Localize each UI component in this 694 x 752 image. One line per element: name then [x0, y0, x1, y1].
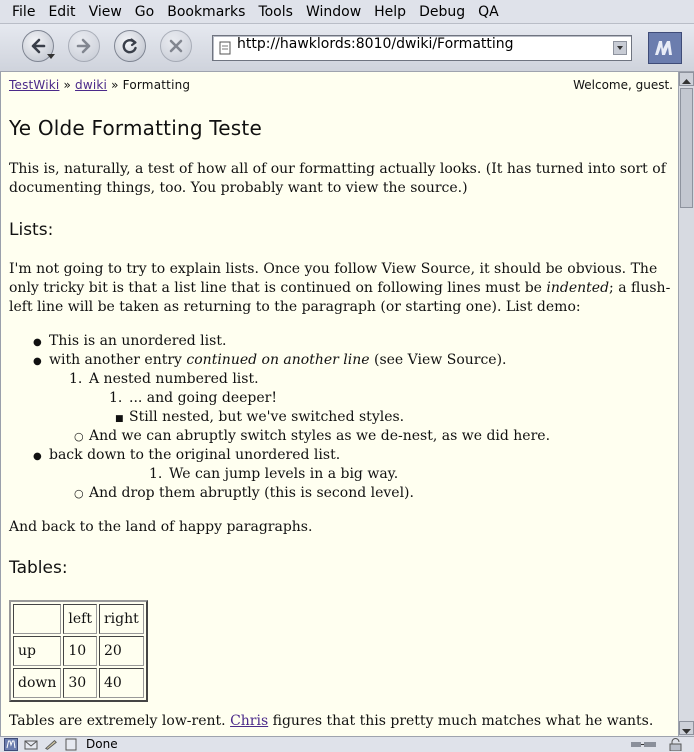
menu-file[interactable]: File — [12, 0, 35, 24]
back-arrow-icon — [31, 38, 46, 54]
url-bar[interactable]: http://hawklords:8010/dwiki/Formatting — [212, 35, 632, 61]
table-cell: up — [13, 636, 62, 666]
table-cell: left — [63, 604, 97, 634]
table-cell: 10 — [63, 636, 97, 666]
menu-bar: File Edit View Go Bookmarks Tools Window… — [0, 0, 694, 24]
intro-paragraph: This is, naturally, a test of how all of… — [9, 161, 666, 196]
list-number: 1. — [109, 390, 123, 406]
menu-debug[interactable]: Debug — [419, 0, 465, 24]
list-number: 1. — [69, 371, 83, 387]
list-number: 1. — [149, 466, 163, 482]
table-cell: 20 — [98, 636, 144, 666]
reload-icon — [122, 38, 137, 54]
forward-button[interactable] — [68, 30, 100, 62]
menu-help[interactable]: Help — [374, 0, 406, 24]
mail-status-icon[interactable] — [24, 738, 38, 751]
editor-status-icon[interactable] — [44, 738, 58, 751]
table-cell: down — [13, 668, 62, 698]
stop-icon — [169, 39, 183, 53]
list-item-text: (see View Source). — [369, 352, 507, 368]
stop-button[interactable] — [160, 30, 192, 62]
table-cell: 30 — [63, 668, 97, 698]
chris-link[interactable]: Chris — [230, 713, 268, 729]
breadcrumb-separator: » — [111, 78, 119, 92]
table-cell: right — [98, 604, 144, 634]
lists-paragraph: I'm not going to try to explain lists. O… — [9, 260, 673, 317]
lists-paragraph-emphasis: indented — [546, 280, 610, 296]
forward-arrow-icon — [76, 38, 91, 54]
breadcrumb-link-dwiki[interactable]: dwiki — [75, 78, 107, 92]
table-cell — [13, 604, 62, 634]
url-history-dropdown[interactable] — [613, 41, 627, 55]
addressbook-status-icon[interactable] — [64, 738, 78, 751]
after-lists-paragraph: And back to the land of happy paragraphs… — [9, 519, 313, 535]
list-item: back down to the original unordered list… — [49, 447, 341, 463]
navigation-toolbar: http://hawklords:8010/dwiki/Formatting — [0, 24, 694, 72]
scroll-up-button[interactable] — [679, 72, 694, 86]
back-history-dropdown-icon[interactable] — [46, 51, 56, 61]
vertical-scrollbar[interactable] — [678, 72, 694, 736]
page-viewport[interactable]: TestWiki » dwiki » Formatting Welcome, g… — [0, 72, 678, 736]
list-item: ... and going deeper! — [129, 390, 277, 406]
list-item-emphasis: continued on another line — [186, 352, 370, 368]
list-item: And we can abruptly switch styles as we … — [89, 428, 551, 444]
bullet-disc — [33, 351, 42, 371]
breadcrumb: TestWiki » dwiki » Formatting — [9, 78, 190, 92]
mozilla-status-icon[interactable] — [4, 738, 18, 751]
table-row: down 30 40 — [13, 668, 144, 698]
menu-tools[interactable]: Tools — [258, 0, 293, 24]
reload-button[interactable] — [114, 30, 146, 62]
page-title: Ye Olde Formatting Teste — [9, 116, 262, 140]
breadcrumb-current: Formatting — [122, 78, 191, 92]
bullet-circle — [74, 484, 84, 503]
status-text: Done — [86, 737, 118, 751]
menu-bookmarks[interactable]: Bookmarks — [167, 0, 245, 24]
connection-status-icon — [631, 742, 656, 747]
tables-paragraph-text: Tables are extremely low-rent. — [9, 713, 231, 729]
scrollbar-thumb[interactable] — [680, 88, 693, 208]
url-text[interactable]: http://hawklords:8010/dwiki/Formatting — [237, 36, 514, 52]
table-row: left right — [13, 604, 144, 634]
breadcrumb-link-testwiki[interactable]: TestWiki — [9, 78, 59, 92]
security-lock-icon[interactable] — [666, 738, 686, 751]
list-item: A nested numbered list. — [89, 371, 259, 387]
tables-heading: Tables: — [9, 558, 68, 578]
mozilla-logo-icon — [655, 41, 672, 55]
welcome-text: Welcome, guest. — [573, 78, 673, 92]
bullet-circle — [74, 427, 84, 446]
list-item: We can jump levels in a big way. — [169, 466, 399, 482]
menu-window[interactable]: Window — [306, 0, 361, 24]
tables-paragraph: Tables are extremely low-rent. Chris fig… — [9, 712, 673, 731]
throbber-logo-icon[interactable] — [648, 32, 682, 64]
list-item: And drop them abruptly (this is second l… — [89, 485, 414, 501]
table-row: up 10 20 — [13, 636, 144, 666]
menu-qa[interactable]: QA — [478, 0, 499, 24]
menu-view[interactable]: View — [89, 0, 122, 24]
page-icon — [219, 41, 231, 55]
bullet-disc — [33, 446, 42, 466]
list-item: Still nested, but we've switched styles. — [129, 409, 405, 425]
table-cell: 40 — [98, 668, 144, 698]
demo-table: left right up 10 20 down 30 40 — [9, 600, 148, 702]
list-item: This is an unordered list. — [49, 333, 227, 349]
bullet-square — [115, 408, 124, 429]
list-item-text: with another entry — [49, 352, 187, 368]
status-bar: Done — [0, 736, 694, 752]
bullet-disc — [33, 332, 42, 352]
menu-edit[interactable]: Edit — [48, 0, 75, 24]
list-item: with another entry continued on another … — [49, 351, 507, 370]
scroll-up-arrow-icon — [682, 79, 691, 84]
breadcrumb-separator: » — [63, 78, 72, 92]
lists-heading: Lists: — [9, 220, 54, 240]
tables-paragraph-text: figures that this pretty much matches wh… — [268, 713, 654, 729]
scroll-down-button[interactable] — [679, 721, 694, 735]
menu-go[interactable]: Go — [135, 0, 154, 24]
